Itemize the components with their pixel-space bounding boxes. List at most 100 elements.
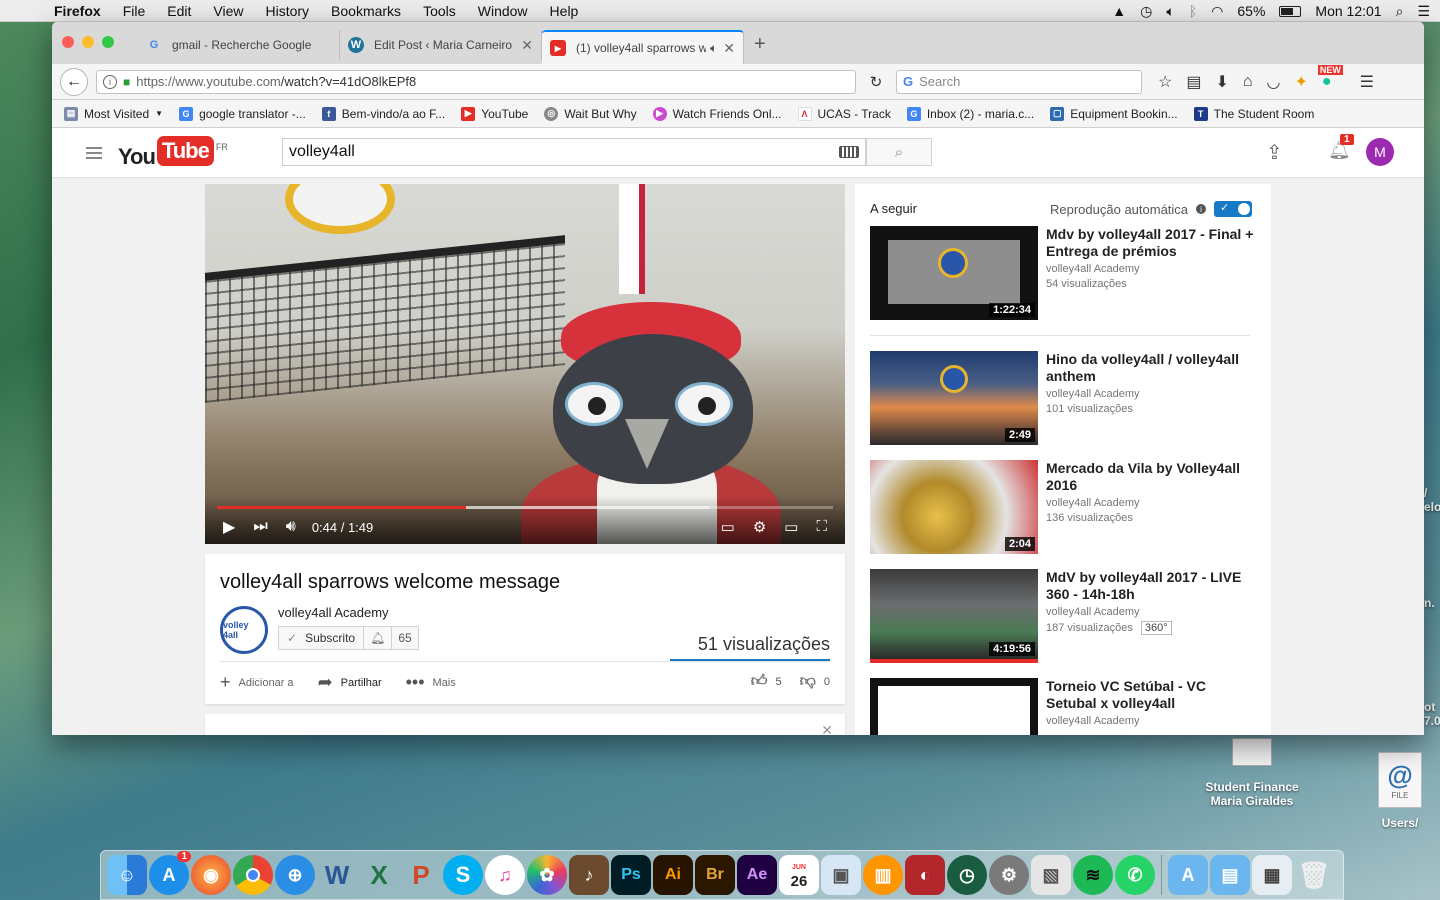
grammarly-extension-icon[interactable]: ● NEW	[1317, 64, 1343, 91]
word-icon[interactable]: W	[317, 855, 357, 895]
menu-window[interactable]: Window	[478, 3, 528, 19]
powerpoint-icon[interactable]: P	[401, 855, 441, 895]
excel-icon[interactable]: X	[359, 855, 399, 895]
garageband-icon[interactable]: ♪	[569, 855, 609, 895]
video-title[interactable]: Hino da volley4all / volley4all anthem	[1046, 351, 1256, 385]
video-thumbnail[interactable]	[870, 678, 1038, 735]
volume-icon[interactable]: 🔈︎	[1166, 3, 1174, 20]
video-player[interactable]: ▶ ⏭︎ 🔊︎ 0:44 / 1:49 ▭ ⚙ ▭ ⛶	[205, 184, 845, 544]
tab-youtube-video[interactable]: ▶ (1) volley4all sparrows we 🔈︎ ✕	[542, 30, 744, 64]
wifi-icon[interactable]: ◠	[1211, 3, 1223, 20]
trash-icon[interactable]: 🗑︎	[1294, 855, 1334, 895]
bookmark-facebook[interactable]: f Bem-vindo/a ao F...	[321, 106, 445, 121]
guide-menu-icon[interactable]	[86, 144, 102, 162]
hamburger-menu-icon[interactable]: ☰	[1360, 72, 1374, 92]
like-button[interactable]: 👍︎ 5	[751, 672, 782, 691]
recommended-video[interactable]: 2:04 Mercado da Vila by Volley4all 2016 …	[870, 460, 1260, 554]
progress-bar[interactable]	[217, 506, 833, 509]
illustrator-icon[interactable]: Ai	[653, 855, 693, 895]
close-tab-icon[interactable]: ✕	[723, 40, 735, 57]
desktop-file-users[interactable]: @ FILE Users/	[1374, 752, 1426, 830]
itunes-icon[interactable]: ♫	[485, 855, 525, 895]
subscribe-button[interactable]: ✓ Subscrito 🔔︎ 65	[278, 626, 419, 650]
close-window-button[interactable]	[62, 36, 74, 48]
upload-icon[interactable]: ⇪	[1266, 140, 1283, 165]
recommended-video[interactable]: 2:49 Hino da volley4all / volley4all ant…	[870, 351, 1260, 445]
bookmark-wait-but-why[interactable]: ◎ Wait But Why	[544, 106, 637, 121]
photos-icon[interactable]: ✿	[527, 855, 567, 895]
ibooks-icon[interactable]: ▥	[863, 855, 903, 895]
home-icon[interactable]: ⌂	[1243, 73, 1253, 91]
safari-icon[interactable]: ⊕	[275, 855, 315, 895]
keyboard-icon[interactable]	[839, 146, 859, 158]
bookmark-inbox[interactable]: G Inbox (2) - maria.c...	[906, 106, 1034, 121]
photo-slideshow-icon[interactable]: ▧	[1031, 855, 1071, 895]
chrome-icon[interactable]	[233, 855, 273, 895]
fullscreen-icon[interactable]: ⛶	[816, 518, 827, 536]
autoplay-toggle[interactable]: ✓	[1214, 201, 1253, 217]
notification-center-icon[interactable]: ☰	[1417, 3, 1430, 20]
video-title[interactable]: Mdv by volley4all 2017 - Final + Entrega…	[1046, 226, 1256, 260]
documents-folder-icon[interactable]: ▤	[1210, 855, 1250, 895]
add-to-button[interactable]: + Adicionar a	[220, 672, 294, 693]
reload-icon[interactable]: ↻	[864, 70, 888, 94]
play-icon[interactable]: ▶	[223, 517, 235, 537]
account-avatar[interactable]: M	[1366, 138, 1394, 166]
recommended-video[interactable]: 4:19:56 MdV by volley4all 2017 - LIVE 36…	[870, 569, 1260, 663]
bookmark-student-room[interactable]: T The Student Room	[1193, 106, 1314, 121]
drive-icon[interactable]: ▲	[1112, 3, 1126, 19]
back-button[interactable]: ←	[60, 67, 88, 96]
close-tab-icon[interactable]: ✕	[521, 37, 533, 54]
more-button[interactable]: ••• Mais	[406, 672, 456, 693]
bookmark-star-icon[interactable]: ☆	[1158, 72, 1172, 92]
search-bar[interactable]: G Search	[896, 69, 1142, 94]
clock[interactable]: Mon 12:01	[1315, 3, 1381, 19]
tab-audio-icon[interactable]: 🔈︎	[710, 41, 717, 56]
app-store-icon[interactable]: A1	[149, 851, 191, 895]
volume-icon[interactable]: 🔊︎	[286, 518, 296, 536]
bluetooth-icon[interactable]: ᛒ	[1189, 3, 1197, 19]
recommended-video[interactable]: 1:22:34 Mdv by volley4all 2017 - Final +…	[870, 226, 1260, 320]
menu-help[interactable]: Help	[550, 3, 579, 19]
menu-history[interactable]: History	[265, 3, 309, 19]
close-share-icon[interactable]: ✕	[821, 722, 833, 735]
tab-google-search[interactable]: G gmail - Recherche Google	[138, 30, 340, 60]
preview-icon[interactable]: ▣	[821, 855, 861, 895]
subtitles-icon[interactable]: ▭	[721, 518, 735, 536]
downloads-icon[interactable]: ⬇	[1215, 72, 1228, 92]
calendar-icon[interactable]: JUN 26	[779, 855, 819, 895]
time-machine-dock-icon[interactable]: ◷	[947, 855, 987, 895]
menu-file[interactable]: File	[123, 3, 146, 19]
spotlight-icon[interactable]: ⌕	[1396, 3, 1404, 20]
next-icon[interactable]: ⏭︎	[253, 518, 267, 536]
video-thumbnail[interactable]: 4:19:56	[870, 569, 1038, 663]
menu-bookmarks[interactable]: Bookmarks	[331, 3, 401, 19]
bookmark-most-visited[interactable]: ▤ Most Visited ▼	[64, 106, 163, 121]
menu-tools[interactable]: Tools	[423, 3, 456, 19]
zoom-window-button[interactable]	[102, 36, 114, 48]
notifications-bell-icon[interactable]: 🔔︎ 1	[1328, 134, 1354, 161]
subscription-bell-icon[interactable]: 🔔︎	[363, 627, 391, 649]
after-effects-icon[interactable]: Ae	[737, 855, 777, 895]
theater-mode-icon[interactable]: ▭	[784, 518, 798, 536]
new-tab-button[interactable]: +	[754, 33, 766, 56]
bookmark-google-translator[interactable]: Ggoogle translator -...	[179, 106, 306, 121]
tab-edit-post[interactable]: W Edit Post ‹ Maria Carneiro Gir ✕	[340, 30, 542, 60]
bookmark-equipment-booking[interactable]: ▢ Equipment Bookin...	[1050, 106, 1178, 121]
youtube-search-input[interactable]: volley4all	[282, 138, 866, 166]
video-thumbnail[interactable]: 1:22:34	[870, 226, 1038, 320]
photo-booth-icon[interactable]: ◐	[905, 855, 945, 895]
recommended-video[interactable]: Torneio VC Setúbal - VC Setubal x volley…	[870, 678, 1260, 735]
photoshop-icon[interactable]: Ps	[611, 855, 651, 895]
video-title[interactable]: MdV by volley4all 2017 - LIVE 360 - 14h-…	[1046, 569, 1256, 603]
bookmark-ucas[interactable]: Λ UCAS - Track	[797, 106, 891, 121]
firefox-icon[interactable]: ◉	[191, 855, 231, 895]
bookmark-watch-friends[interactable]: ▶ Watch Friends Onl...	[652, 106, 782, 121]
video-thumbnail[interactable]: 2:49	[870, 351, 1038, 445]
url-bar[interactable]: i ■ https://www.youtube.com/watch?v=41dO…	[96, 69, 856, 94]
downloads-stack-icon[interactable]: ▦	[1252, 855, 1292, 895]
share-button[interactable]: ➦ Partilhar	[318, 672, 382, 693]
pocket-icon[interactable]: ◡	[1267, 72, 1281, 92]
system-preferences-icon[interactable]: ⚙	[989, 855, 1029, 895]
video-thumbnail[interactable]: 2:04	[870, 460, 1038, 554]
